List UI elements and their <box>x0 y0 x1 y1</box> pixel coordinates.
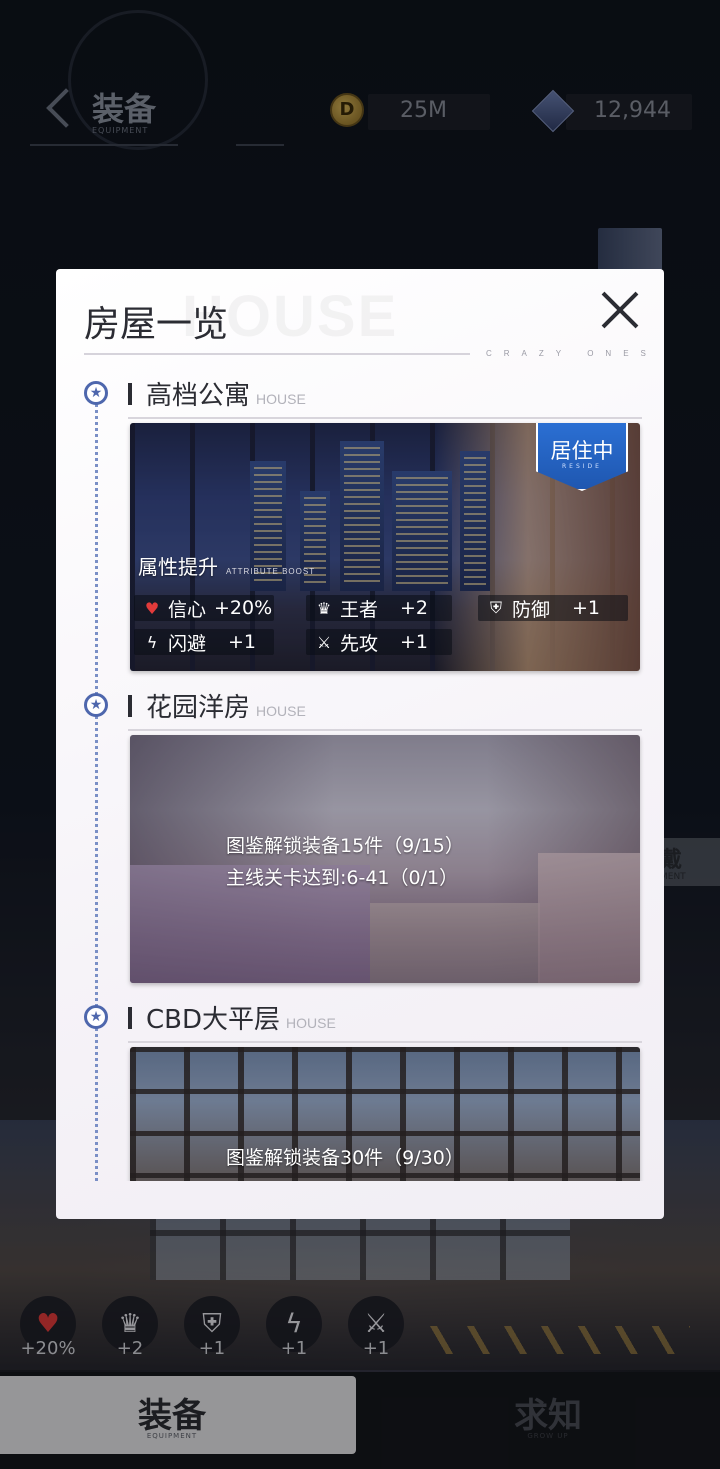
crown-icon: ♛ <box>316 598 332 618</box>
close-icon[interactable] <box>592 283 646 337</box>
boost-sub: ATTRIBUTE BOOST <box>226 567 316 576</box>
divider <box>128 1041 642 1043</box>
shield-icon: ⛨ <box>489 598 502 617</box>
house-tag: HOUSE <box>256 391 306 407</box>
divider <box>128 729 642 731</box>
house-card-apartment[interactable]: 居住中 RESIDE 属性提升 ATTRIBUTE BOOST ♥ 信心 +20% … <box>130 423 640 671</box>
requirement-text: 图鉴解锁装备15件（9/15） <box>226 835 464 857</box>
house-name: 高档公寓 HOUSE <box>146 375 306 412</box>
star-icon: ★ <box>84 381 108 405</box>
house-name-text: CBD大平层 <box>146 1005 281 1035</box>
house-header: 高档公寓 HOUSE <box>128 375 642 419</box>
stat-value: +1 <box>572 597 601 619</box>
modal-title: 房屋一览 <box>84 304 229 345</box>
house-card-cbd[interactable]: 图鉴解锁装备30件（9/30） <box>130 1047 640 1181</box>
stat-label: 先攻 <box>340 632 379 655</box>
stat-value: +20% <box>214 597 273 619</box>
stat-defense: ⛨ 防御 +1 <box>478 595 628 621</box>
residing-badge-sub: RESIDE <box>562 463 602 470</box>
house-list-modal: HOUSE 房屋一览 CRAZY ONES ★ 高档公寓 HOUSE 居住中 RE… <box>56 269 664 1219</box>
heart-icon: ♥ <box>144 598 160 618</box>
house-header: 花园洋房 HOUSE <box>128 687 642 731</box>
stat-confidence: ♥ 信心 +20% <box>134 595 274 621</box>
stat-initiative: ⚔ 先攻 +1 <box>306 629 452 655</box>
house-name-text: 高档公寓 <box>146 381 251 411</box>
stat-dodge: ϟ 闪避 +1 <box>134 629 274 655</box>
lightning-icon: ϟ <box>146 632 158 652</box>
house-card-garden[interactable]: 图鉴解锁装备15件（9/15） 主线关卡达到:6-41（0/1） <box>130 735 640 983</box>
crossed-swords-icon: ⚔ <box>316 632 332 652</box>
divider <box>84 353 470 355</box>
requirement-text: 图鉴解锁装备30件（9/30） <box>226 1147 464 1169</box>
header-bar <box>128 695 132 717</box>
stat-value: +1 <box>228 631 257 653</box>
timeline-line <box>95 397 98 1181</box>
star-icon: ★ <box>84 1005 108 1029</box>
header-bar <box>128 1007 132 1029</box>
house-header: CBD大平层 HOUSE <box>128 999 642 1043</box>
house-list[interactable]: ★ 高档公寓 HOUSE 居住中 RESIDE 属性提升 ATTRIBUTE BO… <box>56 369 664 1181</box>
divider <box>128 417 642 419</box>
house-tag: HOUSE <box>256 703 306 719</box>
requirement-text: 主线关卡达到:6-41（0/1） <box>226 867 459 889</box>
stat-label: 防御 <box>512 598 551 621</box>
stat-label: 闪避 <box>168 632 207 655</box>
boost-title: 属性提升 <box>138 555 218 579</box>
star-icon: ★ <box>84 693 108 717</box>
modal-tagline: CRAZY ONES <box>486 349 658 358</box>
house-name: 花园洋房 HOUSE <box>146 687 306 724</box>
house-tag: HOUSE <box>286 1015 336 1031</box>
stat-king: ♛ 王者 +2 <box>306 595 452 621</box>
stat-label: 信心 <box>168 598 207 621</box>
residing-badge-label: 居住中 <box>550 439 614 463</box>
house-name-text: 花园洋房 <box>146 693 251 723</box>
house-name: CBD大平层 HOUSE <box>146 999 336 1036</box>
stat-label: 王者 <box>340 598 379 621</box>
header-bar <box>128 383 132 405</box>
card-shade <box>130 735 640 983</box>
stat-value: +1 <box>400 631 429 653</box>
stat-value: +2 <box>400 597 429 619</box>
